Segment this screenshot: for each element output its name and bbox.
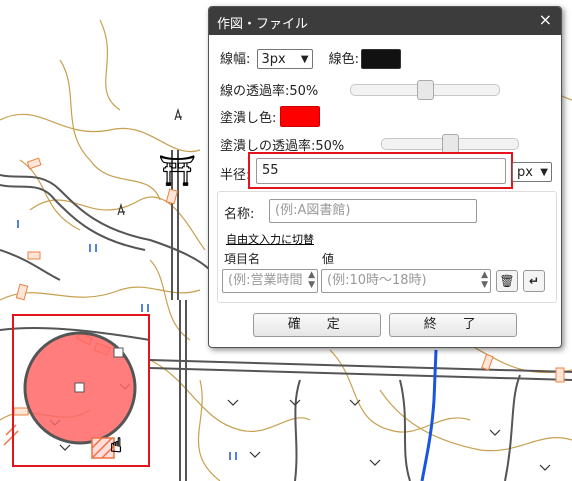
line-width-value: 3px: [261, 52, 286, 67]
attribute-panel: 名称: (例:A図書館) 自由文入力に切替 項目名 値 (例:営業時間 ▲ ▼ (…: [217, 191, 557, 303]
radius-unit-select[interactable]: px ▼: [512, 162, 552, 182]
value-header: 値: [322, 252, 335, 266]
fill-opacity-thumb[interactable]: [442, 134, 459, 154]
value-input[interactable]: (例:10時～18時) ▲ ▼: [321, 269, 491, 293]
radius-unit-value: px: [517, 165, 533, 180]
trash-icon[interactable]: 🗑: [496, 270, 518, 292]
stream: [420, 349, 438, 481]
enter-icon[interactable]: ↵: [523, 270, 545, 292]
radius-label: 半径:: [220, 168, 251, 183]
line-color-label: 線色:: [328, 52, 360, 67]
line-color-swatch[interactable]: [361, 49, 401, 69]
fill-opacity-slider[interactable]: [381, 134, 519, 154]
dialog-title: 作図・ファイル: [217, 17, 309, 32]
item-name-placeholder: (例:営業時間: [228, 273, 303, 288]
fill-color-row: 塗潰し色:: [220, 107, 276, 126]
stepper-icon[interactable]: ▲ ▼: [481, 270, 488, 290]
fill-color-swatch[interactable]: [280, 106, 320, 127]
draw-dialog: 作図・ファイル × 線幅: 3px ▼ 線色: 線の透過率:50% 塗潰し色: …: [208, 6, 562, 348]
item-name-input[interactable]: (例:営業時間 ▲ ▼: [222, 269, 318, 293]
close-icon[interactable]: ×: [539, 10, 552, 30]
line-width-select[interactable]: 3px ▼: [256, 49, 313, 69]
dialog-titlebar[interactable]: 作図・ファイル ×: [209, 7, 561, 35]
confirm-button[interactable]: 確 定: [253, 313, 381, 337]
line-width-row: 線幅: 3px ▼ 線色:: [220, 48, 359, 69]
line-opacity-thumb[interactable]: [417, 80, 434, 100]
name-input[interactable]: (例:A図書館): [269, 199, 477, 223]
fill-color-label: 塗潰し色:: [220, 111, 277, 126]
value-placeholder: (例:10時～18時): [327, 273, 427, 288]
stepper-icon[interactable]: ▲ ▼: [308, 270, 315, 290]
item-name-header: 項目名: [224, 252, 261, 266]
line-opacity-row: 線の透過率:50%: [220, 80, 318, 99]
name-label: 名称:: [224, 207, 255, 222]
line-opacity-label: 線の透過率:50%: [220, 84, 319, 99]
line-width-label: 線幅:: [220, 52, 251, 67]
chevron-down-icon: ▼: [300, 54, 309, 65]
radius-input[interactable]: 55: [256, 158, 506, 184]
line-opacity-slider[interactable]: [350, 80, 500, 100]
shrine-icon: ⛩: [158, 154, 196, 189]
name-placeholder: (例:A図書館): [275, 203, 351, 218]
hand-cursor-icon: ☝: [110, 433, 122, 457]
chevron-down-icon: ▼: [540, 167, 548, 178]
end-button[interactable]: 終 了: [389, 313, 517, 337]
circle-center-handle: [74, 382, 85, 393]
free-input-toggle-link[interactable]: 自由文入力に切替: [226, 231, 314, 247]
circle-radius-handle: [113, 347, 124, 358]
radius-row: 半径:: [220, 164, 250, 183]
